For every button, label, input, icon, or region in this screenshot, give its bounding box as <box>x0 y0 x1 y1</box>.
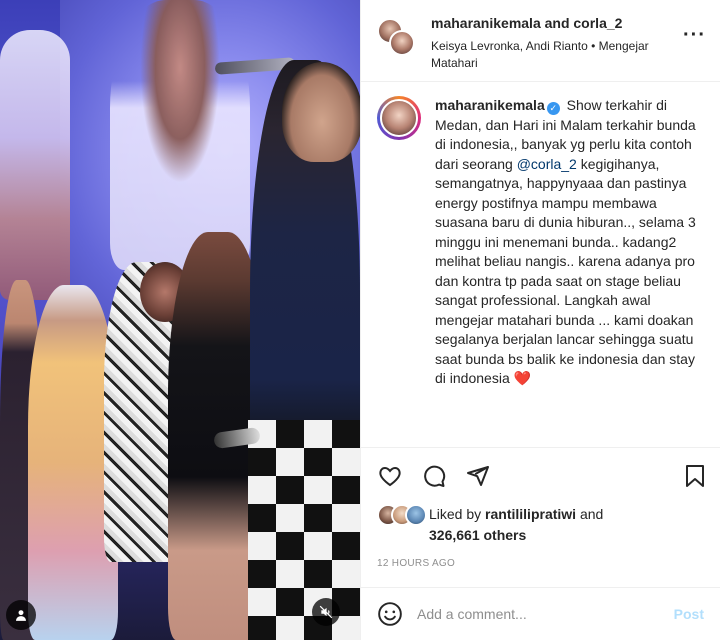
collab-avatars[interactable] <box>377 18 417 58</box>
avatar <box>380 99 418 137</box>
save-button[interactable] <box>682 463 708 489</box>
instagram-post: maharanikemala and corla_2 Keisya Levron… <box>0 0 720 640</box>
liker-username[interactable]: rantililipratiwi <box>485 506 576 522</box>
audio-attribution[interactable]: Keisya Levronka, Andi Rianto • Mengejar … <box>431 38 708 72</box>
comment-icon <box>424 465 446 487</box>
post-authors[interactable]: maharanikemala and corla_2 <box>431 14 708 32</box>
mute-button[interactable] <box>312 598 340 626</box>
avatar <box>389 30 415 56</box>
post-header: maharanikemala and corla_2 Keisya Levron… <box>361 0 720 82</box>
share-button[interactable] <box>465 463 491 489</box>
comment-input[interactable] <box>417 606 674 622</box>
emoji-button[interactable] <box>377 601 403 627</box>
likes-text: Liked by rantililipratiwi and 326,661 ot… <box>429 504 603 546</box>
comment-button[interactable] <box>421 463 447 489</box>
likes-and: and <box>579 506 604 522</box>
user-tag-icon <box>16 610 26 621</box>
user-tag-button[interactable] <box>6 600 36 630</box>
post-video[interactable] <box>0 0 360 640</box>
share-icon <box>467 466 489 486</box>
caption-username[interactable]: maharanikemala <box>435 97 545 113</box>
performer-man-head <box>282 62 360 162</box>
caption-avatar[interactable] <box>377 96 421 140</box>
likes-count[interactable]: 326,661 others <box>429 527 526 543</box>
post-side-panel: maharanikemala and corla_2 Keisya Levron… <box>360 0 720 640</box>
liker-avatars <box>377 504 431 528</box>
post-comment-button[interactable]: Post <box>674 606 704 622</box>
muted-speaker-icon <box>319 605 333 619</box>
verified-badge-icon: ✓ <box>546 102 560 115</box>
avatar <box>405 504 427 526</box>
action-bar <box>361 448 720 504</box>
checkered-flag <box>248 420 360 640</box>
more-horizontal-icon: ··· <box>683 24 706 46</box>
caption-section: maharanikemala ✓ Show terkahir di Medan, … <box>361 82 720 448</box>
more-options-button[interactable]: ··· <box>683 25 706 45</box>
comment-bar: Post <box>361 588 720 640</box>
bookmark-icon <box>686 465 704 487</box>
post-timestamp[interactable]: 12 HOURS AGO <box>361 552 720 588</box>
smiley-icon <box>378 602 402 626</box>
caption-mention[interactable]: @corla_2 <box>517 156 577 172</box>
heart-icon <box>379 466 401 487</box>
caption-text: maharanikemala ✓ Show terkahir di Medan, … <box>435 96 704 447</box>
screen-singer <box>110 0 250 270</box>
likes-summary: Liked by rantililipratiwi and 326,661 ot… <box>361 504 720 552</box>
likes-prefix: Liked by <box>429 506 482 522</box>
heart-emoji: ❤️ <box>513 370 532 386</box>
header-text: maharanikemala and corla_2 Keisya Levron… <box>431 14 708 72</box>
like-button[interactable] <box>377 463 403 489</box>
screen-figure <box>0 30 70 300</box>
caption-body-2: kegigihanya, semangatnya, happynyaaa dan… <box>435 155 696 387</box>
